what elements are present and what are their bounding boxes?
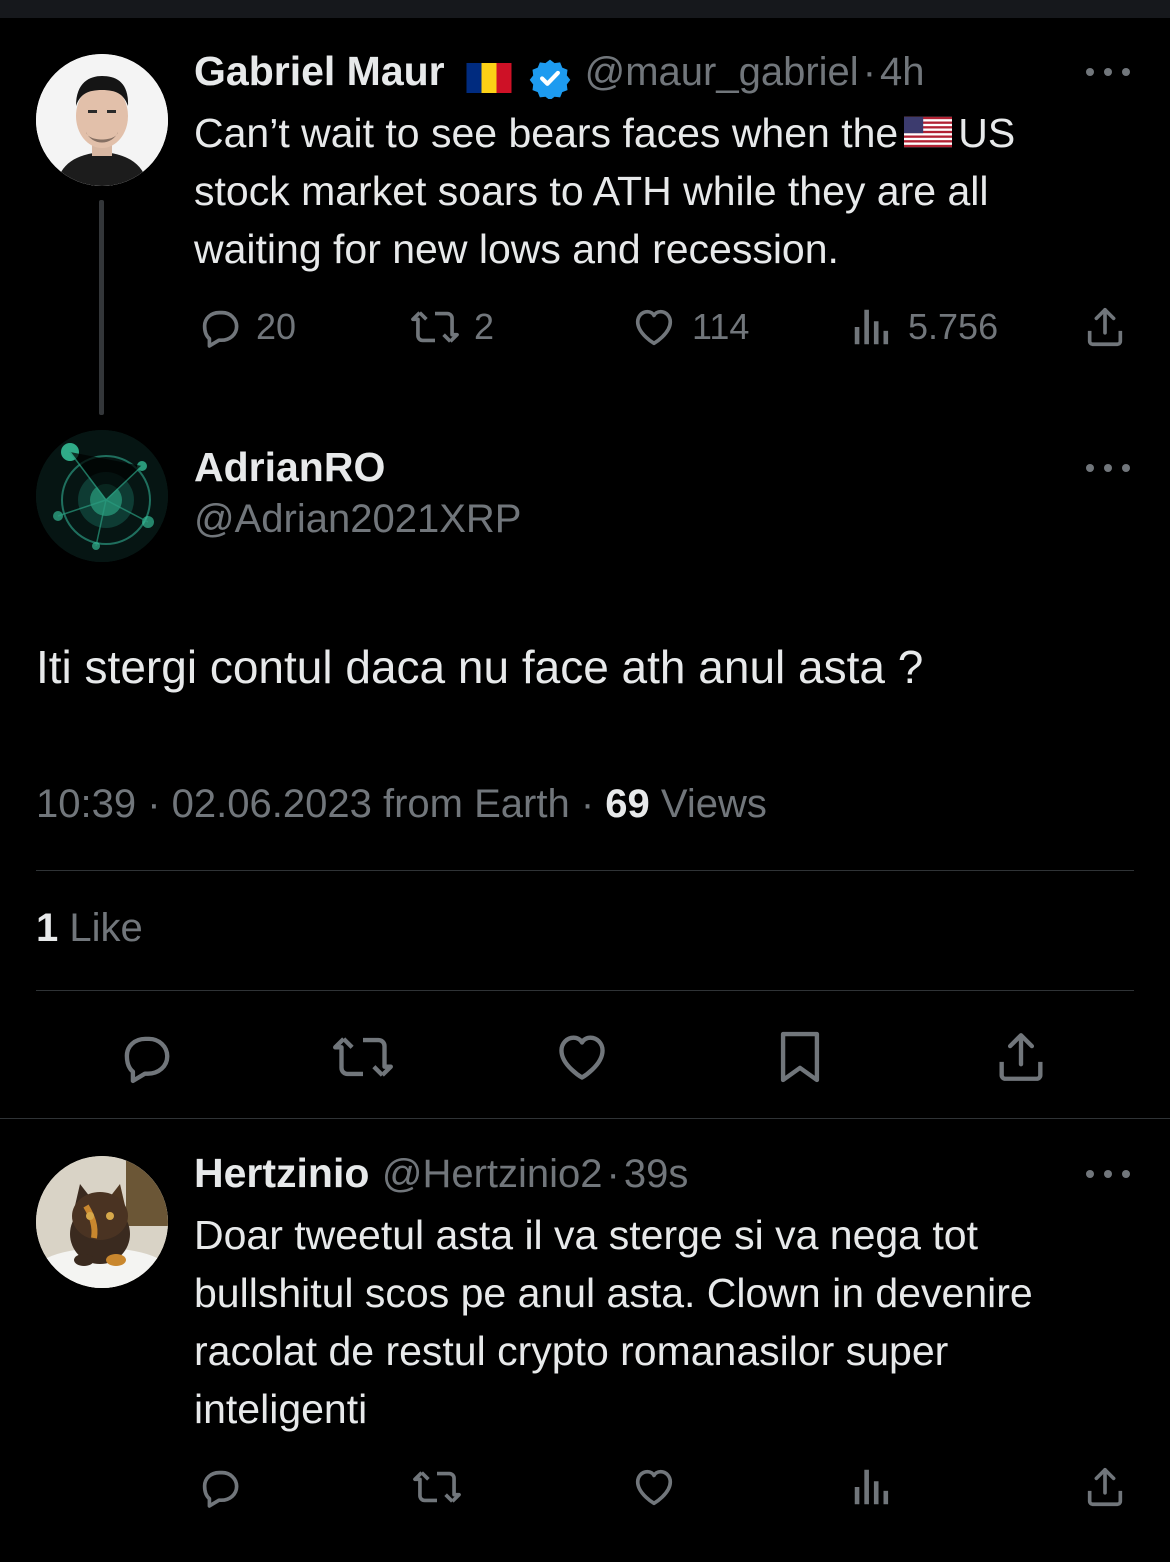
tweet1-reply-count: 20 — [256, 306, 297, 347]
tweet3-text: Doar tweetul asta il va sterge si va neg… — [194, 1206, 1144, 1438]
tweet2-likes-count: 1 — [36, 906, 59, 950]
verified-badge-icon — [529, 59, 570, 99]
tweet2-views-label: Views — [660, 782, 767, 826]
us-flag-icon — [904, 117, 953, 148]
tweet2-meta: 10:39 · 02.06.2023 from Earth · 69 Views — [36, 782, 767, 826]
tweet2-handle[interactable]: @Adrian2021XRP — [194, 497, 521, 542]
tweet2-more-icon[interactable] — [1086, 462, 1130, 474]
tweet3-handle[interactable]: @Hertzinio2 — [382, 1152, 603, 1196]
tweet3-reply-button[interactable] — [196, 1464, 242, 1510]
tweet1-separator: · — [862, 50, 877, 94]
tweet3-retweet-button[interactable] — [412, 1464, 462, 1510]
tweet2-bookmark-button[interactable] — [774, 1028, 826, 1086]
divider — [0, 1118, 1170, 1119]
retweet-icon — [413, 1471, 461, 1503]
gabriel-avatar[interactable] — [36, 54, 168, 186]
tweet1-retweet-button[interactable]: 2 — [410, 304, 494, 350]
tweet3-share-button[interactable] — [1082, 1464, 1128, 1510]
heart-icon — [635, 1469, 673, 1506]
tweet3-more-icon[interactable] — [1086, 1168, 1130, 1180]
tweet3-like-button[interactable] — [630, 1464, 678, 1510]
reply-icon — [202, 1470, 239, 1508]
heart-icon — [635, 309, 673, 346]
tweet3-views-button[interactable] — [850, 1464, 894, 1510]
tweet3-text-line2: bullshitul scos pe anul asta. Clown in d… — [194, 1270, 1033, 1316]
tweet2-retweet-button[interactable] — [330, 1028, 396, 1086]
tweet2-author-name[interactable]: AdrianRO — [194, 444, 521, 491]
tweet1-like-button[interactable]: 114 — [630, 304, 749, 350]
tweet1-views-button[interactable]: 5.756 — [850, 304, 998, 350]
tweet1-text-line1: Can’t wait to see bears faces when the — [194, 110, 899, 156]
tweet2-text: Iti stergi contul daca nu face ath anul … — [36, 641, 924, 693]
thread-connector — [99, 200, 104, 415]
retweet-icon — [333, 1037, 393, 1077]
tweet3-text-line4: inteligenti — [194, 1386, 368, 1432]
tweet1-handle[interactable]: @maur_gabriel — [585, 50, 859, 94]
reply-icon — [202, 310, 239, 348]
retweet-icon — [411, 311, 459, 343]
tweet3-separator: · — [606, 1152, 620, 1196]
tweet2-like-button[interactable] — [552, 1028, 612, 1086]
tweet2-share-button[interactable] — [992, 1028, 1050, 1086]
tweet3-time[interactable]: 39s — [624, 1152, 689, 1196]
hertzinio-avatar[interactable] — [36, 1156, 168, 1288]
tweet1-text-line3: waiting for new lows and recession. — [194, 226, 839, 272]
divider — [36, 870, 1134, 871]
man-portrait-icon — [36, 54, 168, 186]
romania-flag-icon — [466, 62, 512, 93]
tweet1-share-button[interactable] — [1082, 304, 1128, 350]
views-chart-icon — [854, 309, 889, 345]
tweet1-text-line2: stock market soars to ATH while they are… — [194, 168, 989, 214]
share-icon — [1087, 307, 1123, 347]
tweet1-header: Gabriel Maur @maur_gabriel · 4h — [194, 48, 925, 105]
tweet3-header: Hertzinio @Hertzinio2 · 39s — [194, 1150, 688, 1197]
tweet2-reply-button[interactable] — [116, 1028, 174, 1086]
tweet1-time[interactable]: 4h — [880, 50, 925, 94]
tweet1-like-count: 114 — [692, 306, 750, 347]
bookmark-icon — [780, 1031, 820, 1083]
divider — [36, 990, 1134, 991]
tweet1-view-count: 5.756 — [908, 306, 999, 347]
tweet1-more-icon[interactable] — [1086, 66, 1130, 78]
tweet2-likes-summary[interactable]: 1 Like — [36, 906, 143, 951]
heart-icon — [559, 1035, 605, 1080]
tweet3-text-line3: racolat de restul crypto romanasilor sup… — [194, 1328, 949, 1374]
share-icon — [1087, 1467, 1123, 1507]
views-chart-icon — [854, 1469, 889, 1505]
cat-photo-icon — [36, 1156, 168, 1288]
tweet1-text-us: US — [958, 110, 1016, 156]
tweet3-author-name[interactable]: Hertzinio — [194, 1150, 369, 1196]
status-bar — [0, 0, 1170, 18]
reply-icon — [124, 1036, 170, 1084]
tweet1-retweet-count: 2 — [474, 306, 495, 347]
tweet2-source: from Earth — [383, 782, 570, 826]
share-icon — [999, 1033, 1043, 1081]
crypto-network-icon — [36, 430, 168, 562]
tweet2-date[interactable]: 02.06.2023 — [172, 782, 372, 826]
adrian-avatar[interactable] — [36, 430, 168, 562]
tweet1-reply-button[interactable]: 20 — [196, 304, 296, 350]
tweet2-time[interactable]: 10:39 — [36, 782, 136, 826]
tweet1-text: Can’t wait to see bears faces when the US… — [194, 104, 1144, 278]
tweet1-author-name[interactable]: Gabriel Maur — [194, 48, 445, 94]
tweet2-header: AdrianRO @Adrian2021XRP — [194, 444, 521, 542]
tweet3-text-line1: Doar tweetul asta il va sterge si va neg… — [194, 1212, 978, 1258]
tweet2-views-count: 69 — [605, 782, 650, 826]
tweet2-likes-label: Like — [69, 906, 143, 950]
